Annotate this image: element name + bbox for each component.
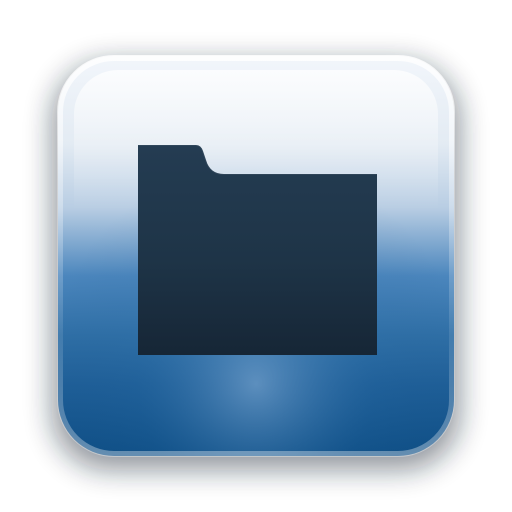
icon-canvas xyxy=(0,0,512,512)
folder-icon xyxy=(138,145,377,355)
app-icon-tile xyxy=(52,55,460,470)
